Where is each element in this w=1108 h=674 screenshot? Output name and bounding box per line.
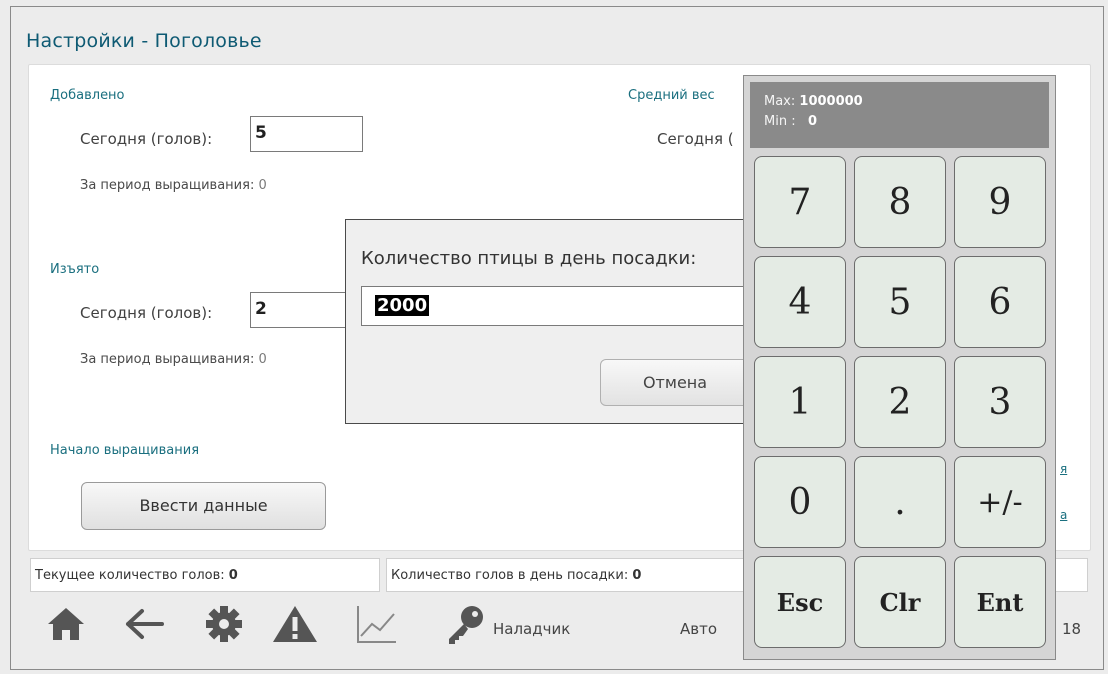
- gear-icon[interactable]: [202, 602, 246, 646]
- right-link-1[interactable]: я: [1060, 462, 1067, 476]
- right-link-2[interactable]: а: [1060, 508, 1067, 522]
- keypad-min-value: 0: [808, 114, 818, 129]
- mode-label: Авто: [680, 620, 718, 638]
- warning-icon[interactable]: [270, 602, 320, 646]
- key-icon[interactable]: [444, 602, 488, 646]
- date-label: 18: [1062, 620, 1082, 638]
- page-title: Настройки - Поголовье: [26, 30, 262, 52]
- cancel-button[interactable]: Отмена: [600, 359, 750, 406]
- added-period: За период выращивания: 0: [80, 178, 267, 193]
- chart-icon[interactable]: [354, 602, 398, 646]
- added-section-title: Добавлено: [50, 88, 125, 103]
- key-9[interactable]: 9: [954, 156, 1046, 248]
- keypad-min-label: Min :: [764, 114, 796, 129]
- key-5[interactable]: 5: [854, 256, 946, 348]
- added-today-label: Сегодня (голов):: [80, 130, 213, 148]
- removed-today-input[interactable]: 2: [250, 292, 350, 328]
- key-decimal[interactable]: .: [854, 456, 946, 548]
- input-dialog: Количество птицы в день посадки: 2000 От…: [345, 219, 785, 424]
- current-count-status: Текущее количество голов: 0: [30, 558, 380, 592]
- keypad-min: Min : 0: [764, 112, 1035, 132]
- added-period-value: 0: [258, 178, 267, 193]
- numeric-keypad: Max: 1000000 Min : 0 7 8 9 4 5 6 1 2 3 0…: [743, 75, 1056, 660]
- placement-count-label: Количество голов в день посадки:: [391, 568, 629, 583]
- key-clear[interactable]: Clr: [854, 556, 946, 648]
- added-period-label: За период выращивания:: [80, 178, 255, 193]
- dialog-value-text: 2000: [375, 295, 430, 316]
- dialog-value-input[interactable]: 2000: [361, 286, 781, 326]
- current-count-value: 0: [228, 568, 238, 583]
- current-count-label: Текущее количество голов:: [35, 568, 225, 583]
- avg-weight-section-title: Средний вес: [628, 88, 715, 103]
- key-7[interactable]: 7: [754, 156, 846, 248]
- key-3[interactable]: 3: [954, 356, 1046, 448]
- key-enter[interactable]: Ent: [954, 556, 1046, 648]
- key-8[interactable]: 8: [854, 156, 946, 248]
- key-1[interactable]: 1: [754, 356, 846, 448]
- enter-data-button[interactable]: Ввести данные: [81, 482, 326, 530]
- start-section-title: Начало выращивания: [50, 443, 200, 458]
- key-6[interactable]: 6: [954, 256, 1046, 348]
- key-0[interactable]: 0: [754, 456, 846, 548]
- removed-period-label: За период выращивания:: [80, 352, 255, 367]
- keypad-max: Max: 1000000: [764, 92, 1035, 112]
- removed-period-value: 0: [258, 352, 267, 367]
- keypad-limits-display: Max: 1000000 Min : 0: [750, 82, 1049, 148]
- removed-today-label: Сегодня (голов):: [80, 304, 213, 322]
- removed-period: За период выращивания: 0: [80, 352, 267, 367]
- avg-weight-today-label: Сегодня (: [657, 130, 734, 148]
- user-role-label: Наладчик: [493, 620, 571, 638]
- keypad-max-value: 1000000: [799, 94, 863, 109]
- key-4[interactable]: 4: [754, 256, 846, 348]
- home-icon[interactable]: [44, 602, 88, 646]
- removed-section-title: Изъято: [50, 262, 100, 277]
- back-arrow-icon[interactable]: [122, 602, 166, 646]
- key-plus-minus[interactable]: +/-: [954, 456, 1046, 548]
- keypad-max-label: Max:: [764, 94, 796, 109]
- key-escape[interactable]: Esc: [754, 556, 846, 648]
- key-2[interactable]: 2: [854, 356, 946, 448]
- added-today-input[interactable]: 5: [250, 116, 363, 152]
- placement-count-value: 0: [632, 568, 642, 583]
- dialog-prompt: Количество птицы в день посадки:: [361, 248, 697, 269]
